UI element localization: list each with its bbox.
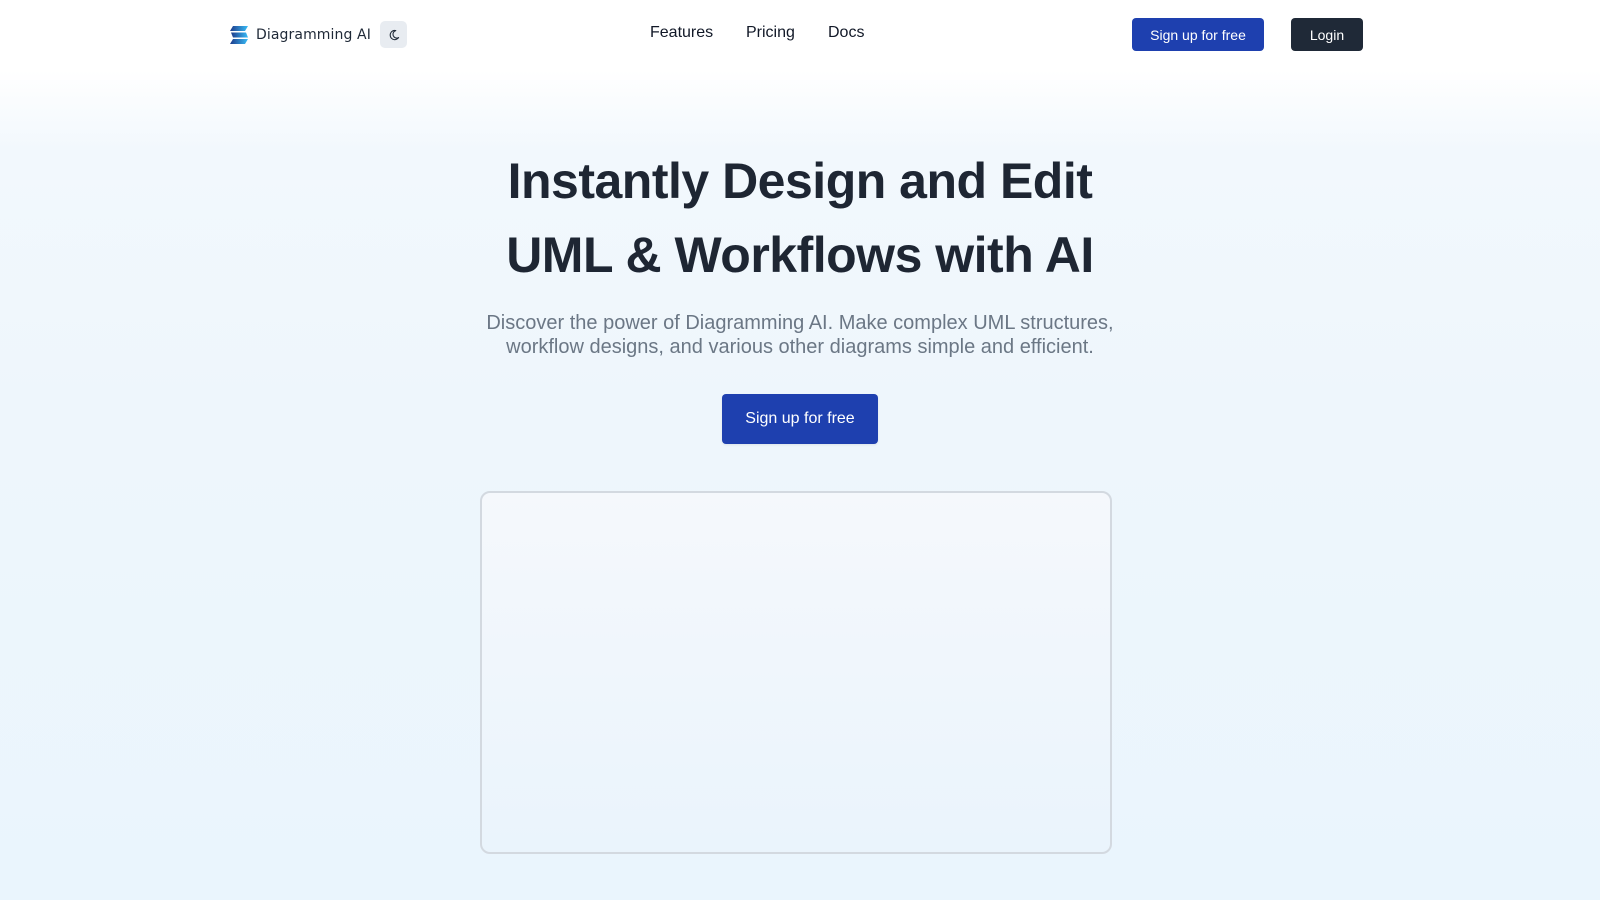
hero-title-line-1: Instantly Design and Edit	[507, 153, 1093, 209]
hero-signup-button[interactable]: Sign up for free	[722, 394, 878, 444]
signup-button[interactable]: Sign up for free	[1132, 18, 1264, 51]
login-button[interactable]: Login	[1291, 18, 1363, 51]
nav-link-docs[interactable]: Docs	[828, 24, 864, 42]
demo-preview-frame	[480, 491, 1112, 854]
nav-link-pricing[interactable]: Pricing	[746, 24, 795, 42]
hero-title: Instantly Design and Edit UML & Workflow…	[0, 144, 1600, 292]
nav-link-features[interactable]: Features	[650, 24, 713, 42]
hero-subtitle-line-1: Discover the power of Diagramming AI. Ma…	[486, 312, 1114, 334]
top-navigation: Diagramming AI Features Pricing Docs Sig…	[0, 0, 1600, 70]
hero-subtitle: Discover the power of Diagramming AI. Ma…	[0, 311, 1600, 359]
hero-title-line-2: UML & Workflows with AI	[506, 227, 1094, 283]
hero-subtitle-line-2: workflow designs, and various other diag…	[506, 336, 1094, 358]
